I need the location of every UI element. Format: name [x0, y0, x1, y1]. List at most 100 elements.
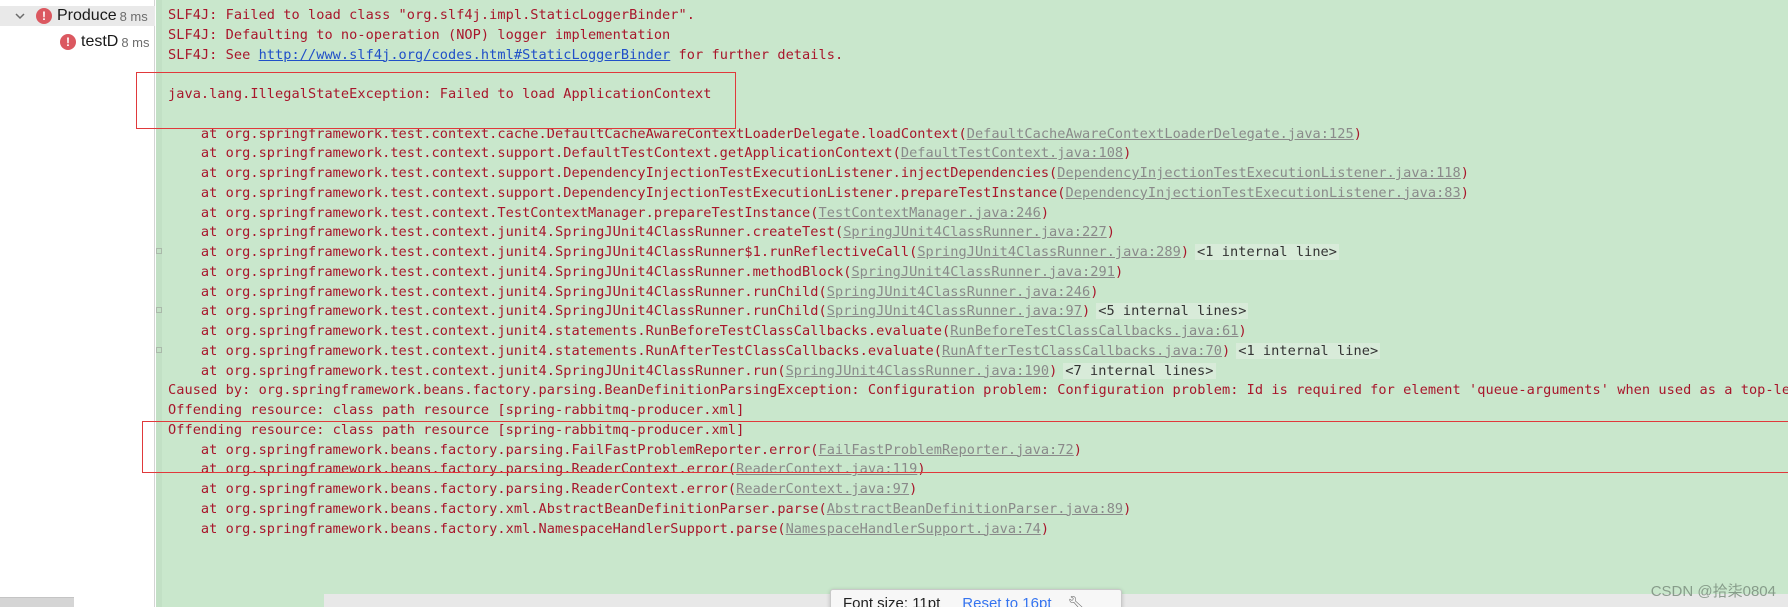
- source-link[interactable]: DependencyInjectionTestExecutionListener…: [1057, 165, 1460, 181]
- console-text: ): [1460, 184, 1470, 201]
- console-text: ): [1353, 125, 1362, 142]
- console-line: at org.springframework.beans.factory.xml…: [168, 518, 1049, 540]
- console-text: ): [1040, 520, 1050, 537]
- console-text: SLF4J: See: [168, 46, 259, 63]
- console-line: Offending resource: class path resource …: [168, 399, 744, 421]
- test-tree-panel: ! Produce 8 ms ! testD 8 ms: [0, 0, 155, 607]
- folded-lines-marker[interactable]: <7 internal lines>: [1063, 362, 1216, 379]
- folded-lines-marker[interactable]: <1 internal line>: [1195, 244, 1340, 260]
- console-text: Offending resource: class path resource …: [168, 421, 745, 438]
- error-icon: !: [60, 34, 76, 50]
- console-line: at org.springframework.test.context.cach…: [168, 123, 1362, 145]
- fold-toggle-icon[interactable]: [156, 248, 162, 254]
- source-link[interactable]: ReaderContext.java:119: [736, 461, 917, 477]
- source-link[interactable]: SpringJUnit4ClassRunner.java:227: [843, 224, 1107, 240]
- console-text: at org.springframework.test.context.Test…: [168, 204, 819, 221]
- source-link[interactable]: SpringJUnit4ClassRunner.java:97: [827, 303, 1082, 319]
- console-text: at org.springframework.test.context.juni…: [168, 303, 827, 320]
- console-line: at org.springframework.test.context.Test…: [168, 202, 1049, 224]
- console-text: at org.springframework.test.context.cach…: [168, 125, 967, 142]
- source-link[interactable]: AbstractBeanDefinitionParser.java:89: [827, 501, 1123, 517]
- tree-horizontal-scrollbar[interactable]: [0, 597, 74, 607]
- folded-lines-marker[interactable]: <1 internal line>: [1236, 342, 1381, 359]
- console-text: ): [1106, 224, 1115, 241]
- console-line: at org.springframework.test.context.juni…: [168, 320, 1247, 342]
- console-text: at org.springframework.test.context.juni…: [168, 283, 827, 300]
- source-link[interactable]: SpringJUnit4ClassRunner.java:289: [917, 244, 1181, 260]
- console-line: at org.springframework.test.context.juni…: [168, 300, 1249, 322]
- console-text: at org.springframework.test.context.supp…: [168, 165, 1058, 181]
- wrench-icon[interactable]: 🔧︎: [1068, 595, 1086, 607]
- console-text: ): [1221, 342, 1231, 359]
- console-text: ): [1123, 145, 1132, 162]
- console-text: ): [1049, 362, 1058, 379]
- console-line: SLF4J: Failed to load class "org.slf4j.i…: [168, 4, 695, 26]
- url-link[interactable]: http://www.slf4j.org/codes.html#StaticLo…: [259, 47, 671, 63]
- source-link[interactable]: SpringJUnit4ClassRunner.java:246: [827, 284, 1091, 300]
- fold-toggle-icon[interactable]: [156, 307, 162, 314]
- console-line: at org.springframework.beans.factory.xml…: [168, 498, 1131, 520]
- console-text: ): [1090, 283, 1099, 300]
- source-link[interactable]: TestContextManager.java:246: [819, 205, 1041, 221]
- tree-item-time: 8 ms: [121, 34, 150, 50]
- console-text: ): [1082, 303, 1091, 320]
- source-link[interactable]: SpringJUnit4ClassRunner.java:291: [851, 264, 1115, 280]
- tree-item-time: 8 ms: [119, 8, 148, 24]
- console-text: ): [1040, 204, 1050, 221]
- console-line: at org.springframework.test.context.juni…: [168, 241, 1340, 263]
- console-line: SLF4J: See http://www.slf4j.org/codes.ht…: [168, 44, 843, 66]
- console-line: Offending resource: class path resource …: [168, 419, 744, 441]
- console-text: ): [1073, 441, 1082, 458]
- source-link[interactable]: NamespaceHandlerSupport.java:74: [786, 521, 1041, 537]
- console-line: java.lang.IllegalStateException: Failed …: [168, 83, 711, 105]
- console-text: at org.springframework.test.context.juni…: [168, 323, 951, 339]
- font-size-label: Font size: 11pt: [843, 595, 941, 607]
- console-text: ): [1123, 500, 1132, 517]
- chevron-down-icon[interactable]: [14, 10, 26, 22]
- source-link[interactable]: DefaultTestContext.java:108: [901, 145, 1123, 161]
- source-link[interactable]: RunBeforeTestClassCallbacks.java:61: [950, 323, 1238, 339]
- tree-item-testd[interactable]: ! testD 8 ms: [0, 32, 155, 52]
- console-line: at org.springframework.beans.factory.par…: [168, 458, 926, 480]
- console-text: ): [917, 461, 926, 478]
- console-text: ): [909, 481, 918, 497]
- console-text: java.lang.IllegalStateException: Failed …: [168, 86, 712, 102]
- source-link[interactable]: SpringJUnit4ClassRunner.java:190: [786, 363, 1050, 379]
- console-text: for further details.: [670, 46, 844, 63]
- console-line: at org.springframework.test.context.supp…: [168, 182, 1469, 204]
- console-line: at org.springframework.test.context.juni…: [168, 221, 1115, 243]
- console-text: SLF4J: Failed to load class "org.slf4j.i…: [168, 7, 695, 23]
- console-line: at org.springframework.test.context.juni…: [168, 360, 1216, 382]
- console-text: ): [1238, 323, 1247, 339]
- source-link[interactable]: DefaultCacheAwareContextLoaderDelegate.j…: [967, 126, 1354, 142]
- source-link[interactable]: RunAfterTestClassCallbacks.java:70: [942, 343, 1222, 359]
- console-line: at org.springframework.test.context.supp…: [168, 142, 1131, 164]
- source-link[interactable]: FailFastProblemReporter.java:72: [819, 442, 1074, 458]
- console-text: ): [1180, 244, 1190, 260]
- watermark: CSDN @拾柒0804: [1650, 583, 1776, 600]
- error-icon: !: [36, 8, 52, 24]
- console-line: at org.springframework.beans.factory.par…: [168, 478, 917, 500]
- console-text: at org.springframework.test.context.supp…: [168, 145, 901, 162]
- console-line: at org.springframework.test.context.supp…: [168, 162, 1469, 184]
- fold-toggle-icon[interactable]: [156, 346, 162, 353]
- reset-font-size-link[interactable]: Reset to 16pt: [962, 595, 1051, 607]
- tree-item-name: Produce: [57, 7, 117, 24]
- console-text: ): [1460, 165, 1470, 181]
- console-text: SLF4J: Defaulting to no-operation (NOP) …: [168, 26, 671, 43]
- tree-item-produce[interactable]: ! Produce 8 ms: [0, 6, 155, 26]
- console-output[interactable]: SLF4J: Failed to load class "org.slf4j.i…: [156, 0, 1788, 607]
- source-link[interactable]: DependencyInjectionTestExecutionListener…: [1066, 185, 1461, 201]
- console-text: Offending resource: class path resource …: [168, 402, 745, 418]
- console-line: at org.springframework.test.context.juni…: [168, 261, 1123, 283]
- console-text: at org.springframework.test.context.juni…: [168, 362, 786, 379]
- source-link[interactable]: ReaderContext.java:97: [736, 481, 909, 497]
- console-text: at org.springframework.test.context.juni…: [168, 263, 852, 280]
- console-line: at org.springframework.test.context.juni…: [168, 340, 1381, 362]
- console-text: at org.springframework.beans.factory.par…: [168, 481, 737, 497]
- folded-lines-marker[interactable]: <5 internal lines>: [1096, 303, 1249, 320]
- console-line: at org.springframework.beans.factory.par…: [168, 439, 1082, 461]
- font-size-popup: Font size: 11pt Reset to 16pt 🔧︎: [830, 589, 1122, 607]
- console-gutter: [156, 0, 162, 607]
- tree-item-name: testD: [81, 33, 119, 50]
